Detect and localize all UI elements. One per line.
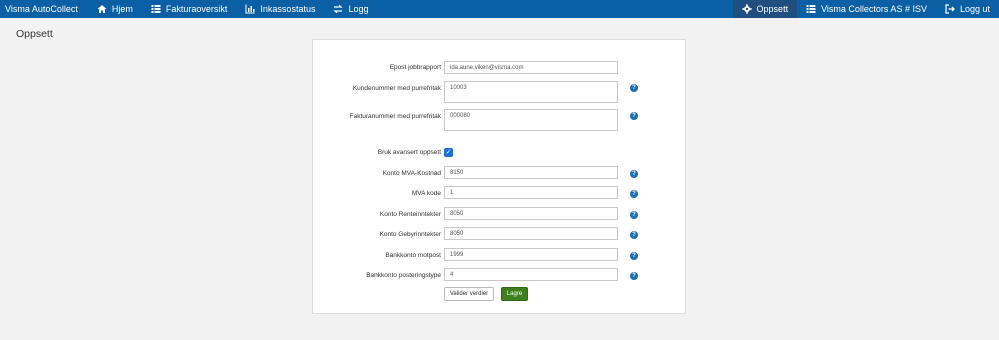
help-icon[interactable]: ? [630, 190, 638, 198]
logout-icon [945, 4, 955, 14]
help-icon[interactable]: ? [630, 170, 638, 178]
nav-oppsett-label: Oppsett [756, 4, 789, 14]
email-field[interactable]: ida.aune.viken@visma.com [444, 61, 618, 74]
fee-income-account-field[interactable]: 8050 [444, 227, 618, 240]
field-label: Bankkonto motpost [385, 252, 441, 259]
field-label: Konto Gebyrinntekter [379, 231, 441, 238]
list-icon [151, 4, 161, 14]
field-label: Epost jobbrapport [389, 64, 441, 71]
nav-home[interactable]: Hjem [88, 0, 142, 18]
nav-logout[interactable]: Logg ut [936, 0, 999, 18]
nav-fakturaoversikt-label: Fakturaoversikt [165, 4, 228, 14]
field-label: Fakturanummer med purrefritak [349, 113, 441, 120]
help-icon[interactable]: ? [630, 272, 638, 280]
vat-code-field[interactable]: 1 [444, 186, 618, 199]
bank-contra-account-field[interactable]: 1999 [444, 248, 618, 261]
swap-icon [333, 4, 344, 14]
nav-company[interactable]: Visma Collectors AS # ISV [797, 0, 936, 18]
nav-inkassostatus[interactable]: Inkassostatus [236, 0, 324, 18]
validate-button[interactable]: Valider verdier [444, 287, 494, 301]
field-label: MVA kode [411, 190, 441, 197]
settings-card: Epost jobbrapport ida.aune.viken@visma.c… [312, 39, 686, 314]
nav-inkassostatus-label: Inkassostatus [260, 4, 316, 14]
field-label: Konto Renteinntekter [379, 211, 441, 218]
customer-exempt-field[interactable]: 10003 [444, 81, 618, 103]
list-icon [806, 4, 816, 14]
interest-income-account-field[interactable]: 8050 [444, 207, 618, 220]
nav-logout-label: Logg ut [959, 4, 990, 14]
nav-logg-label: Logg [348, 4, 369, 14]
top-navbar: Visma AutoCollect Hjem Fakturaoversikt I… [0, 0, 999, 18]
home-icon [97, 4, 107, 14]
gear-icon [741, 4, 752, 14]
field-label: Konto MVA-Kostnad [382, 170, 441, 177]
field-label: Bankkonto posteringstype [366, 272, 441, 279]
field-label: Kundenummer med purrefritak [352, 85, 441, 92]
nav-company-label: Visma Collectors AS # ISV [821, 4, 927, 14]
nav-fakturaoversikt[interactable]: Fakturaoversikt [142, 0, 237, 18]
nav-home-label: Hjem [111, 4, 133, 14]
nav-oppsett[interactable]: Oppsett [732, 0, 798, 18]
bar-chart-icon [245, 4, 255, 14]
advanced-setup-checkbox[interactable]: ✓ [444, 148, 453, 157]
nav-logg[interactable]: Logg [324, 0, 377, 18]
invoice-exempt-field[interactable]: 000080 [444, 109, 618, 131]
brand-title[interactable]: Visma AutoCollect [0, 4, 88, 14]
save-button[interactable]: Lagre [501, 287, 528, 301]
help-icon[interactable]: ? [630, 211, 638, 219]
help-icon[interactable]: ? [630, 112, 638, 120]
field-label: Bruk avansert oppsett [377, 149, 441, 156]
help-icon[interactable]: ? [630, 84, 638, 92]
help-icon[interactable]: ? [630, 231, 638, 239]
vat-cost-account-field[interactable]: 8150 [444, 166, 618, 179]
help-icon[interactable]: ? [630, 252, 638, 260]
bank-posting-type-field[interactable]: 4 [444, 268, 618, 281]
